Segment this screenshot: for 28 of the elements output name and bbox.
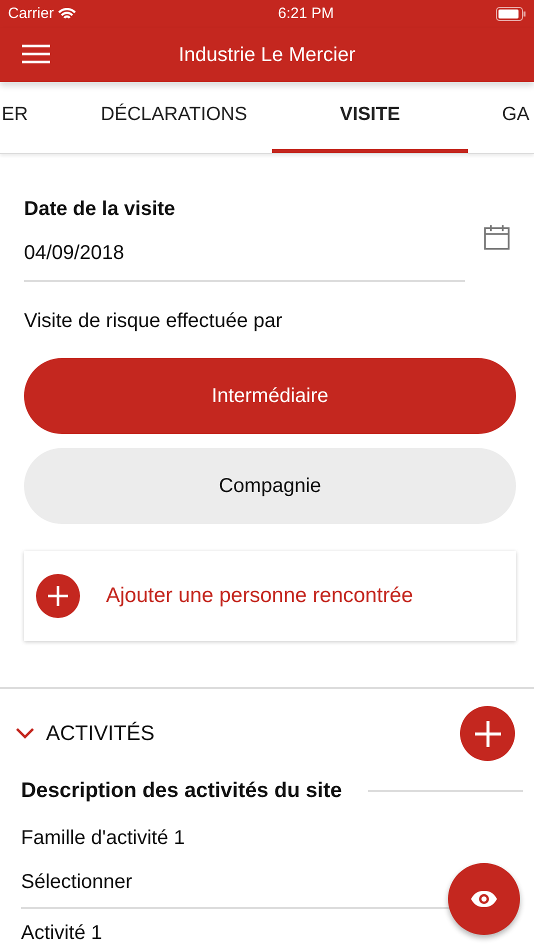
add-person-card[interactable]: Ajouter une personne rencontrée: [24, 551, 516, 641]
option-button[interactable]: Intermédiaire: [24, 358, 516, 434]
section-subtitle: Description des activités du site: [21, 778, 342, 804]
menu-button[interactable]: [22, 44, 50, 64]
tab[interactable]: DÉCLARATIONS: [76, 82, 272, 153]
preview-button[interactable]: [448, 863, 520, 935]
carrier-label: Carrier: [8, 4, 54, 24]
performed-by-label: Visite de risque effectuée par: [24, 309, 284, 334]
tab[interactable]: GA: [468, 82, 534, 153]
app-title: Industrie Le Mercier: [178, 43, 356, 68]
add-icon: [36, 574, 80, 618]
chevron-down-icon[interactable]: [16, 728, 34, 739]
battery-icon: [496, 7, 526, 21]
select-field[interactable]: Sélectionner: [21, 870, 132, 892]
option-button[interactable]: Compagnie: [24, 448, 516, 524]
eye-icon: [470, 890, 498, 908]
date-label: Date de la visite: [24, 197, 176, 222]
date-field[interactable]: 04/09/2018: [24, 238, 466, 282]
tab[interactable]: VISITE: [272, 82, 468, 153]
plus-icon: [474, 720, 502, 748]
clock-time: 6:21 PM: [278, 4, 334, 24]
tab[interactable]: ER: [0, 82, 76, 153]
activity-family-label: Famille d'activité 1: [21, 826, 185, 848]
calendar-icon[interactable]: [484, 224, 510, 250]
wifi-icon: [58, 8, 76, 20]
section-title[interactable]: ACTIVITÉS: [46, 718, 155, 750]
activity-label: Activité 1: [21, 922, 102, 944]
add-person-label: Ajouter une personne rencontrée: [106, 583, 414, 610]
